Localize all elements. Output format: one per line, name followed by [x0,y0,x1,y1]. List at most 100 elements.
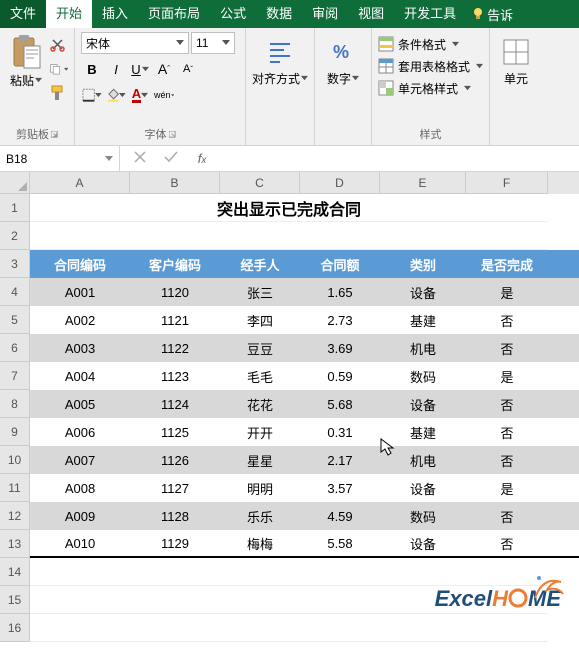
cell[interactable]: A007 [30,446,130,474]
cell[interactable]: 豆豆 [220,334,300,362]
formula-input[interactable] [224,152,579,166]
table-format-button[interactable]: 套用表格格式 [378,56,483,76]
cell[interactable]: 机电 [380,446,466,474]
row-14[interactable] [30,558,548,586]
cell[interactable]: 否 [466,306,548,334]
table-row[interactable]: A0081127明明3.57设备是 [30,474,579,502]
table-row[interactable]: A0051124花花5.68设备否 [30,390,579,418]
cell[interactable]: 1122 [130,334,220,362]
col-header-C[interactable]: C [220,172,300,194]
row-header-14[interactable]: 14 [0,558,30,586]
cell[interactable]: A004 [30,362,130,390]
cell[interactable]: 5.58 [300,530,380,556]
cells-area[interactable]: 突出显示已完成合同 合同编码 客户编码 经手人 合同额 类别 是否完成 A001… [30,194,579,642]
cell[interactable]: 基建 [380,306,466,334]
cell[interactable]: 是 [466,278,548,306]
cell[interactable]: 否 [466,502,548,530]
cell[interactable]: 1121 [130,306,220,334]
font-size-combo[interactable]: 11 [191,32,235,54]
table-row[interactable]: A0031122豆豆3.69机电否 [30,334,579,362]
row-header-4[interactable]: 4 [0,278,30,306]
row-header-6[interactable]: 6 [0,334,30,362]
menu-page-layout[interactable]: 页面布局 [138,0,210,28]
dialog-launcher-icon[interactable] [169,131,176,138]
cell[interactable]: 1128 [130,502,220,530]
bold-button[interactable]: B [81,58,103,80]
cell[interactable]: 设备 [380,390,466,418]
cell[interactable]: 设备 [380,474,466,502]
cell[interactable]: 否 [466,446,548,474]
cell[interactable]: 否 [466,334,548,362]
cell[interactable]: 是 [466,474,548,502]
cell[interactable]: 否 [466,530,548,556]
alignment-button[interactable]: 对齐方式 [252,32,308,87]
row-header-16[interactable]: 16 [0,614,30,642]
cell[interactable]: 基建 [380,418,466,446]
row-header-12[interactable]: 12 [0,502,30,530]
fx-button[interactable]: fx [194,151,210,166]
cell[interactable]: 数码 [380,362,466,390]
phonetic-button[interactable]: wén [153,84,175,106]
tell-me[interactable]: 告诉 [466,5,519,24]
cell[interactable]: A001 [30,278,130,306]
row-header-8[interactable]: 8 [0,390,30,418]
cell[interactable]: A010 [30,530,130,556]
select-all-corner[interactable] [0,172,30,194]
cell[interactable]: 0.59 [300,362,380,390]
underline-button[interactable]: U [129,58,151,80]
enter-button[interactable] [164,151,180,166]
cancel-button[interactable] [134,151,150,166]
row-header-7[interactable]: 7 [0,362,30,390]
cell[interactable]: 是 [466,362,548,390]
row-header-15[interactable]: 15 [0,586,30,614]
cell[interactable]: 1124 [130,390,220,418]
menu-file[interactable]: 文件 [0,0,46,28]
cell[interactable]: 3.57 [300,474,380,502]
font-name-combo[interactable]: 宋体 [81,32,189,54]
cell[interactable]: 0.31 [300,418,380,446]
row-header-5[interactable]: 5 [0,306,30,334]
row-header-10[interactable]: 10 [0,446,30,474]
cell[interactable]: 乐乐 [220,502,300,530]
paste-button[interactable]: 粘贴 [6,32,46,102]
table-row[interactable]: A0021121李四2.73基建否 [30,306,579,334]
row-header-3[interactable]: 3 [0,250,30,278]
format-painter-button[interactable] [50,84,68,102]
cell[interactable]: 花花 [220,390,300,418]
row-header-1[interactable]: 1 [0,194,30,222]
cell[interactable]: 1127 [130,474,220,502]
font-color-button[interactable]: A [129,84,151,106]
menu-view[interactable]: 视图 [348,0,394,28]
cell[interactable]: 1126 [130,446,220,474]
cell[interactable]: A005 [30,390,130,418]
cell[interactable]: 李四 [220,306,300,334]
cell[interactable]: 1.65 [300,278,380,306]
border-button[interactable] [81,84,103,106]
menu-formulas[interactable]: 公式 [210,0,256,28]
cell[interactable]: A002 [30,306,130,334]
row-2-spacer[interactable] [30,222,548,250]
table-row[interactable]: A0091128乐乐4.59数码否 [30,502,579,530]
cell[interactable]: 开开 [220,418,300,446]
cell[interactable]: 设备 [380,530,466,556]
table-row[interactable]: A0101129梅梅5.58设备否 [30,530,579,558]
cell[interactable]: 明明 [220,474,300,502]
row-header-9[interactable]: 9 [0,418,30,446]
menu-home[interactable]: 开始 [46,0,92,28]
cells-button[interactable]: 单元 [496,32,536,87]
menu-insert[interactable]: 插入 [92,0,138,28]
cell-style-button[interactable]: 单元格样式 [378,78,483,98]
cell[interactable]: 3.69 [300,334,380,362]
col-header-E[interactable]: E [380,172,466,194]
cell[interactable]: 1120 [130,278,220,306]
cell[interactable]: 毛毛 [220,362,300,390]
cell[interactable]: 梅梅 [220,530,300,556]
cell[interactable]: 星星 [220,446,300,474]
copy-button[interactable] [50,60,68,78]
dialog-launcher-icon[interactable] [51,131,58,138]
menu-developer[interactable]: 开发工具 [394,0,466,28]
cell[interactable]: 1123 [130,362,220,390]
decrease-font-button[interactable]: Aˇ [177,58,199,80]
col-header-A[interactable]: A [30,172,130,194]
cell[interactable]: 5.68 [300,390,380,418]
